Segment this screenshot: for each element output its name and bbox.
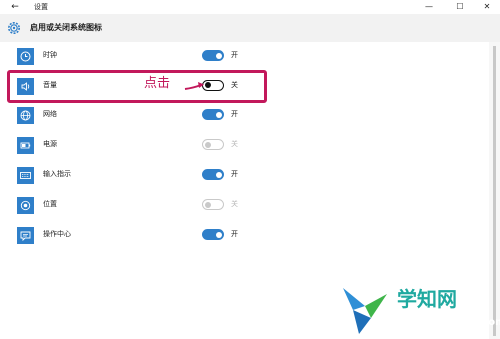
network-icon (17, 107, 34, 124)
setting-row-network: 网络 开 (0, 101, 489, 129)
toggle-knob (216, 111, 222, 118)
toggle-knob (216, 231, 222, 238)
close-button[interactable]: ✕ (476, 0, 498, 14)
setting-label: 时钟 (43, 51, 57, 59)
toggle-state-label: 关 (231, 200, 238, 208)
setting-row-location: 位置 关 (0, 191, 489, 219)
clock-icon (17, 48, 34, 65)
keyboard-icon (17, 167, 34, 184)
toggle-state-label: 开 (231, 51, 238, 59)
setting-label: 电源 (43, 140, 57, 148)
toggle-knob (216, 171, 222, 178)
location-icon (17, 197, 34, 214)
toggle-state-label: 关 (231, 140, 238, 148)
back-arrow-icon[interactable]: ← (8, 1, 22, 13)
toggle-knob (216, 52, 222, 59)
toggle-power (202, 139, 224, 150)
toggle-input-indicator[interactable] (202, 169, 224, 180)
setting-row-clock: 时钟 开 (0, 42, 489, 70)
watermark-logo-icon (343, 288, 387, 334)
pointer-arrow-icon (184, 82, 204, 90)
battery-icon (17, 137, 34, 154)
window-title: 设置 (34, 3, 48, 11)
setting-row-action-center: 操作中心 开 (0, 221, 489, 249)
toggle-network[interactable] (202, 109, 224, 120)
watermark-url: www.jmqz1000.com (393, 317, 500, 328)
page-title: 启用或关闭系统图标 (30, 23, 102, 32)
watermark: 学知网 www.jmqz1000.com (335, 280, 500, 339)
title-bar: ← 设置 — ☐ ✕ (0, 0, 500, 14)
minimize-button[interactable]: — (418, 0, 440, 14)
action-center-icon (17, 227, 34, 244)
gear-icon (8, 22, 20, 34)
toggle-state-label: 开 (231, 110, 238, 118)
setting-label: 网络 (43, 110, 57, 118)
watermark-brand: 学知网 (397, 287, 457, 311)
toggle-state-label: 开 (231, 230, 238, 238)
toggle-knob (205, 141, 211, 148)
settings-window: ← 设置 — ☐ ✕ 启用或关闭系统图标 时钟 开 音量 关 网络 开 电源 关… (0, 0, 500, 339)
highlight-box (7, 70, 267, 103)
toggle-knob (205, 201, 211, 208)
setting-row-power: 电源 关 (0, 131, 489, 159)
setting-row-input-indicator: 输入指示 开 (0, 161, 489, 189)
toggle-location (202, 199, 224, 210)
toggle-state-label: 开 (231, 170, 238, 178)
maximize-button[interactable]: ☐ (449, 0, 471, 14)
annotation-label: 点击 (144, 76, 171, 91)
toggle-clock[interactable] (202, 50, 224, 61)
toggle-action-center[interactable] (202, 229, 224, 240)
setting-label: 操作中心 (43, 230, 71, 238)
setting-label: 位置 (43, 200, 57, 208)
page-header: 启用或关闭系统图标 (0, 14, 500, 42)
setting-label: 输入指示 (43, 170, 71, 178)
